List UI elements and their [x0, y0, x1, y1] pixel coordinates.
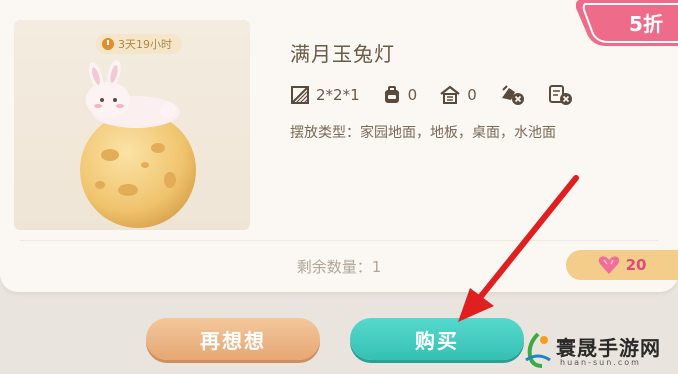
- no-rotate-icon: [548, 85, 572, 105]
- watermark-logo-icon: [525, 332, 551, 368]
- moon-rabbit-lamp-image: [80, 60, 196, 228]
- item-image-panel: 3天19小时: [14, 20, 250, 230]
- discount-ribbon: 5折: [576, 0, 678, 46]
- stat-no-interact: [499, 84, 525, 106]
- stat-backpack-value: 0: [407, 86, 418, 104]
- think-again-button[interactable]: 再想想: [146, 318, 320, 360]
- discount-label: 5折: [629, 12, 663, 36]
- price-value: 20: [625, 256, 647, 274]
- watermark-url: huan-sun.com: [560, 358, 641, 367]
- stat-size-value: 2*2*1: [316, 86, 360, 104]
- size-icon: [291, 86, 309, 104]
- clock-icon: [102, 38, 114, 50]
- price-tag: 20: [566, 250, 678, 280]
- stat-house-value: 0: [467, 86, 477, 104]
- house-icon: [440, 85, 460, 104]
- no-interact-icon: [501, 85, 524, 105]
- heart-gem-icon: [598, 256, 619, 274]
- divider: [20, 240, 658, 241]
- stat-house: 0: [439, 85, 477, 105]
- placement-types: 摆放类型：家园地面，地板，桌面，水池面: [290, 125, 556, 141]
- item-stats: 2*2*1 0 0: [290, 84, 595, 106]
- backpack-icon: [384, 86, 399, 103]
- watermark-name: 寰晟手游网: [556, 336, 661, 360]
- item-name: 满月玉兔灯: [290, 42, 395, 66]
- stat-no-rotate: [547, 84, 573, 106]
- time-limit-text: 3天19小时: [118, 38, 172, 51]
- watermark: 寰晟手游网 huan-sun.com: [522, 328, 672, 372]
- time-limit-badge: 3天19小时: [96, 34, 182, 54]
- stat-backpack: 0: [382, 85, 418, 105]
- stat-size: 2*2*1: [290, 85, 360, 105]
- buy-button[interactable]: 购买: [350, 318, 524, 360]
- item-detail-card: 3天19小时 满月玉兔灯 2*2*1 0 0 摆放类型：家园地面，地板，桌面，水…: [0, 0, 678, 292]
